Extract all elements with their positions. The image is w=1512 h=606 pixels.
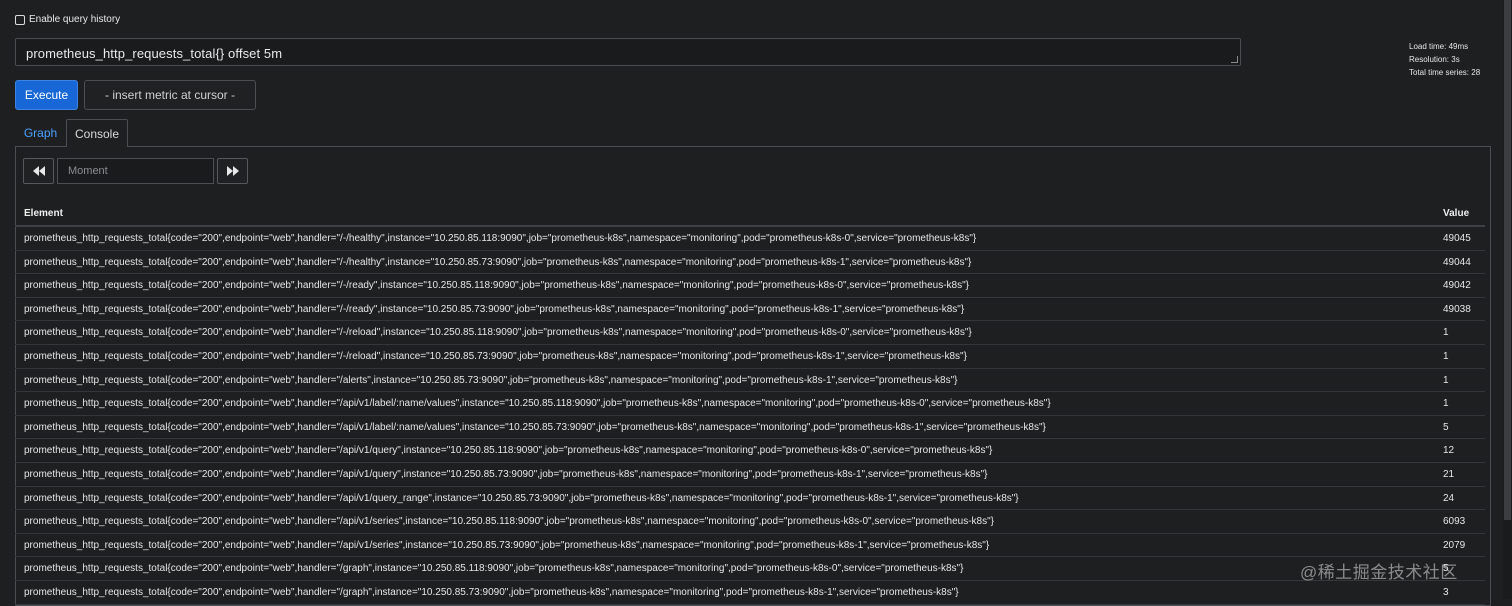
row-element: prometheus_http_requests_total{code="200… (24, 256, 972, 268)
query-history-checkbox[interactable] (15, 14, 25, 25)
row-value: 21 (1443, 468, 1455, 480)
row-element: prometheus_http_requests_total{code="200… (24, 421, 1046, 433)
row-value: 5 (1443, 421, 1449, 433)
scrollbar-thumb[interactable] (1504, 0, 1511, 520)
row-element: prometheus_http_requests_total{code="200… (24, 303, 965, 315)
row-element: prometheus_http_requests_total{code="200… (24, 350, 967, 362)
query-input[interactable]: prometheus_http_requests_total{} offset … (15, 38, 1241, 66)
column-header-element: Element (24, 208, 63, 219)
row-value: 1 (1443, 398, 1449, 410)
table-row: prometheus_http_requests_total{code="200… (15, 416, 1485, 440)
table-header: Element Value (15, 203, 1485, 227)
table-row: prometheus_http_requests_total{code="200… (15, 557, 1485, 581)
step-forward-icon (227, 166, 239, 176)
row-element: prometheus_http_requests_total{code="200… (24, 586, 959, 598)
row-value: 49038 (1443, 303, 1471, 315)
moment-input[interactable]: Moment (57, 158, 214, 184)
table-row: prometheus_http_requests_total{code="200… (15, 463, 1485, 487)
row-value: 6093 (1443, 516, 1466, 528)
row-element: prometheus_http_requests_total{code="200… (24, 374, 958, 386)
table-row: prometheus_http_requests_total{code="200… (15, 369, 1485, 393)
query-stats: Load time: 49ms Resolution: 3s Total tim… (1409, 40, 1480, 79)
row-element: prometheus_http_requests_total{code="200… (24, 233, 977, 244)
row-element: prometheus_http_requests_total{code="200… (24, 398, 1051, 410)
row-element: prometheus_http_requests_total{code="200… (24, 280, 969, 292)
row-value: 49044 (1443, 256, 1471, 268)
resize-grip-icon[interactable] (1231, 56, 1238, 63)
results-table: prometheus_http_requests_total{code="200… (15, 227, 1485, 605)
step-backward-icon (33, 166, 45, 176)
watermark: @稀土掘金技术社区 (1300, 563, 1458, 582)
table-row: prometheus_http_requests_total{code="200… (15, 345, 1485, 369)
load-time: Load time: 49ms (1409, 42, 1469, 51)
table-row: prometheus_http_requests_total{code="200… (15, 321, 1485, 345)
tab-graph[interactable]: Graph (16, 119, 65, 147)
row-value: 12 (1443, 445, 1455, 457)
row-element: prometheus_http_requests_total{code="200… (24, 563, 964, 575)
insert-metric-select[interactable]: - insert metric at cursor - (84, 80, 256, 110)
row-value: 2079 (1443, 539, 1466, 551)
table-row: prometheus_http_requests_total{code="200… (15, 298, 1485, 322)
table-row: prometheus_http_requests_total{code="200… (15, 251, 1485, 275)
execute-button[interactable]: Execute (15, 80, 78, 110)
table-row: prometheus_http_requests_total{code="200… (15, 227, 1485, 251)
table-row: prometheus_http_requests_total{code="200… (15, 534, 1485, 558)
row-element: prometheus_http_requests_total{code="200… (24, 327, 972, 339)
row-element: prometheus_http_requests_total{code="200… (24, 445, 993, 457)
row-value: 24 (1443, 492, 1455, 504)
table-row: prometheus_http_requests_total{code="200… (15, 392, 1485, 416)
row-value: 1 (1443, 327, 1449, 339)
total-time-series: Total time series: 28 (1409, 68, 1481, 77)
table-row: prometheus_http_requests_total{code="200… (15, 510, 1485, 534)
row-value: 49042 (1443, 280, 1471, 292)
row-element: prometheus_http_requests_total{code="200… (24, 468, 988, 480)
query-history-toggle[interactable]: Enable query history (15, 14, 120, 25)
query-text: prometheus_http_requests_total{} offset … (26, 46, 283, 61)
table-row: prometheus_http_requests_total{code="200… (15, 487, 1485, 511)
row-element: prometheus_http_requests_total{code="200… (24, 492, 1019, 504)
table-row: prometheus_http_requests_total{code="200… (15, 581, 1485, 605)
row-value: 1 (1443, 374, 1449, 386)
row-element: prometheus_http_requests_total{code="200… (24, 539, 990, 551)
column-header-value: Value (1443, 208, 1470, 219)
row-value: 3 (1443, 586, 1449, 598)
query-history-label: Enable query history (29, 14, 121, 25)
table-row: prometheus_http_requests_total{code="200… (15, 439, 1485, 463)
step-forward-button[interactable] (217, 158, 248, 184)
step-backward-button[interactable] (23, 158, 54, 184)
row-value: 1 (1443, 350, 1449, 362)
row-element: prometheus_http_requests_total{code="200… (24, 516, 994, 528)
table-row: prometheus_http_requests_total{code="200… (15, 274, 1485, 298)
tab-console[interactable]: Console (66, 119, 128, 147)
row-value: 49045 (1443, 233, 1471, 244)
resolution: Resolution: 3s (1409, 55, 1460, 64)
